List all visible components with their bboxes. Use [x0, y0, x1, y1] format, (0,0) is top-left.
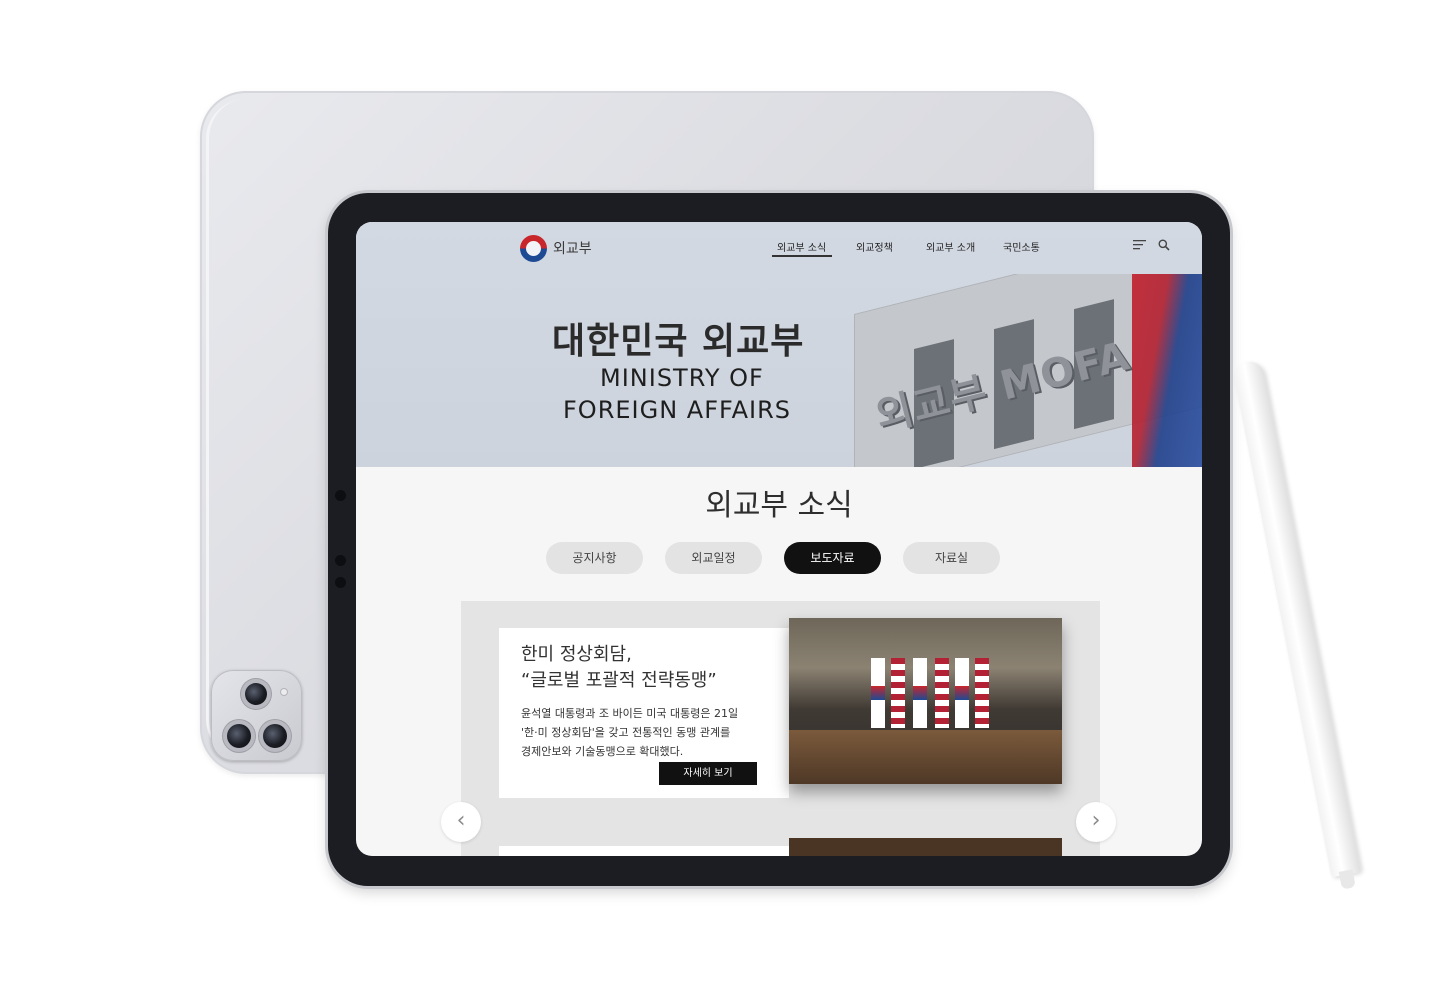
hero-title-english-line1: MINISTRY OF [600, 364, 764, 392]
news-carousel: 한미 정상회담, “글로벌 포괄적 전략동맹” 윤석열 대통령과 조 바이든 미… [461, 601, 1100, 856]
us-flag-icon [891, 658, 905, 728]
camera-lens-icon [263, 724, 287, 748]
korea-flag-icon [871, 658, 885, 728]
summit-photo[interactable] [789, 618, 1062, 784]
site-logo[interactable]: 외교부 [520, 234, 592, 262]
news-card-title-line1: 한미 정상회담, [521, 644, 632, 665]
read-more-button[interactable]: 자세히 보기 [659, 762, 757, 785]
news-card-body: 윤석열 대통령과 조 바이든 미국 대통령은 21일 '한·미 정상회담'을 갖… [521, 704, 771, 761]
korea-flag-icon [913, 658, 927, 728]
hero-title-english-line2: FOREIGN AFFAIRS [563, 396, 792, 424]
nav-item-news[interactable]: 외교부 소식 [777, 239, 826, 254]
mofa-building-image: 외교부 MOFA [834, 274, 1202, 467]
stylus-tip [1338, 869, 1356, 890]
tablet-edge-highlight [206, 99, 249, 759]
next-news-card [499, 846, 789, 856]
camera-lens-icon [245, 683, 267, 705]
carousel-prev-arrow-icon[interactable]: ‹ [441, 802, 481, 842]
front-sensor-icon [335, 490, 346, 501]
nav-item-communication[interactable]: 국민소통 [1003, 239, 1040, 254]
taegukgi-flag [1132, 274, 1202, 467]
flash-icon [280, 688, 288, 696]
menu-lines-icon[interactable] [1133, 239, 1147, 253]
front-sensor-icon [335, 555, 346, 566]
tab-schedule[interactable]: 외교일정 [665, 542, 762, 574]
search-icon[interactable] [1158, 239, 1170, 254]
us-flag-icon [975, 658, 989, 728]
carousel-next-arrow-icon[interactable]: › [1076, 802, 1116, 842]
front-sensor-icon [335, 577, 346, 588]
tab-notices[interactable]: 공지사항 [546, 542, 643, 574]
news-card-title-line2: “글로벌 포괄적 전략동맹” [521, 670, 717, 691]
news-card-body-line3: 경제안보와 기술동맹으로 확대했다. [521, 745, 684, 758]
news-card-body-line2: '한·미 정상회담'을 갖고 전통적인 동맹 관계를 [521, 726, 731, 739]
camera-module [211, 670, 302, 761]
nav-item-about[interactable]: 외교부 소개 [926, 239, 975, 254]
stylus-pencil [1232, 359, 1362, 890]
tab-archive[interactable]: 자료실 [903, 542, 1000, 574]
taegeuk-emblem-icon [520, 234, 547, 262]
news-card-title: 한미 정상회담, “글로벌 포괄적 전략동맹” [521, 642, 717, 694]
hero-title-korean: 대한민국 외교부 [552, 321, 805, 362]
news-card: 한미 정상회담, “글로벌 포괄적 전략동맹” 윤석열 대통령과 조 바이든 미… [499, 628, 789, 798]
korea-flag-icon [955, 658, 969, 728]
section-title: 외교부 소식 [705, 488, 853, 523]
tablet-screen: 외교부 MOFA 대한민국 외교부 MINISTRY OF FOREIGN AF… [356, 222, 1202, 856]
meeting-table [789, 730, 1062, 784]
camera-lens-icon [227, 724, 251, 748]
active-nav-indicator [772, 255, 832, 257]
nav-item-policy[interactable]: 외교정책 [856, 239, 893, 254]
logo-text: 외교부 [553, 241, 592, 257]
us-flag-icon [935, 658, 949, 728]
news-card-body-line1: 윤석열 대통령과 조 바이든 미국 대통령은 21일 [521, 707, 739, 720]
site-header: 외교부 외교부 소식 외교정책 외교부 소개 국민소통 [356, 222, 1202, 274]
tab-press-releases[interactable]: 보도자료 [784, 542, 881, 574]
next-news-photo [789, 838, 1062, 856]
